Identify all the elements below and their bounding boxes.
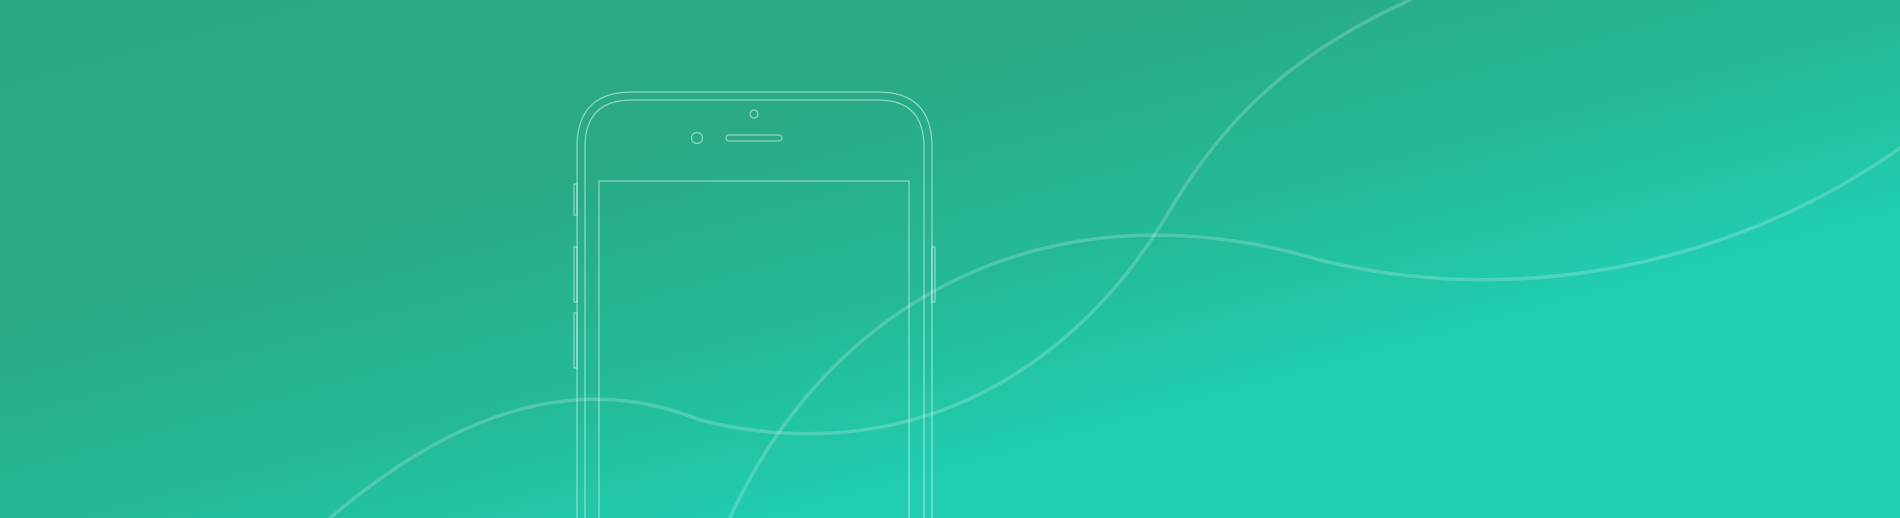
banner-art <box>0 0 1900 518</box>
gradient-background <box>0 0 1900 518</box>
hero-banner <box>0 0 1900 518</box>
